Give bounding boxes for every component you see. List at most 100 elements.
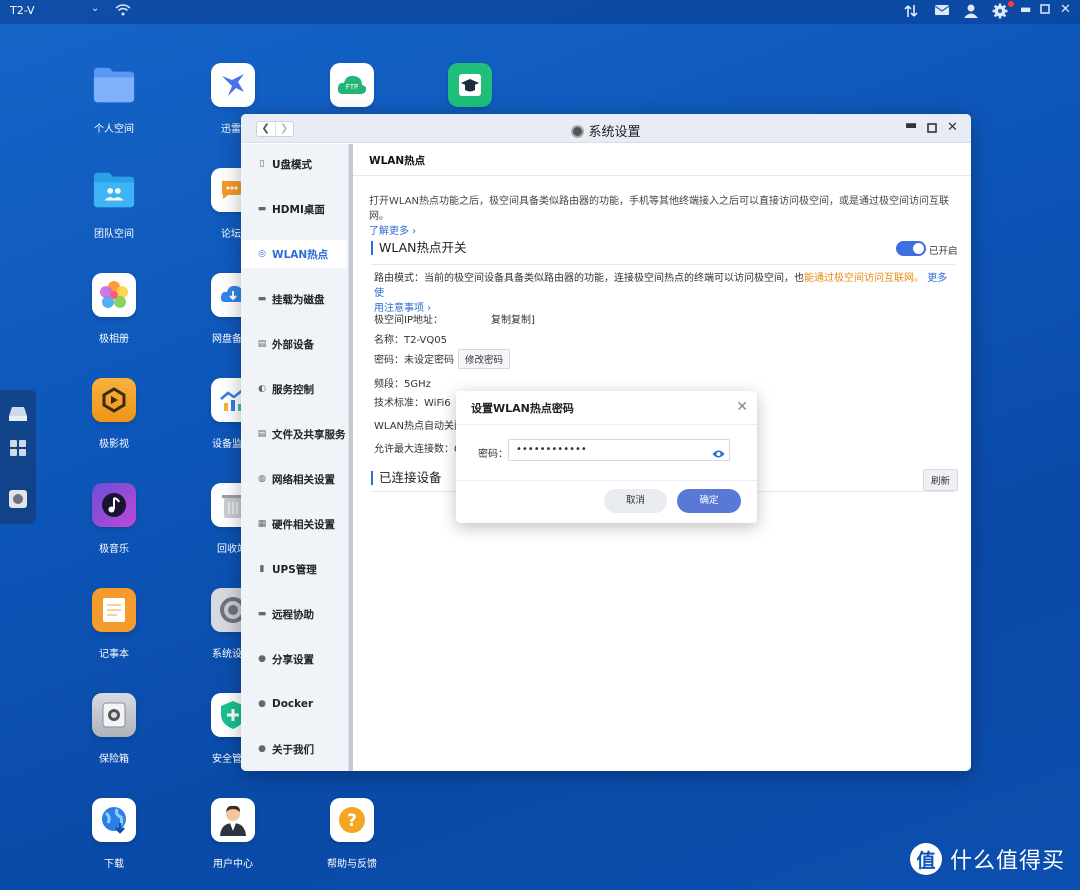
- password-label: 密码：: [478, 449, 508, 460]
- sidebar-item-network[interactable]: ◍ 网络相关设置: [241, 465, 347, 493]
- app-video[interactable]: 极影视: [64, 378, 164, 450]
- sidebar-item-ups[interactable]: ▮ UPS管理: [241, 555, 347, 583]
- hotspot-icon: ◎: [258, 249, 266, 259]
- sidebar-item-remote-assist[interactable]: ▬ 远程协助: [241, 600, 347, 628]
- set-password-dialog: 设置WLAN热点密码 ✕ 密码： •••••••••••• 取消 确定: [456, 391, 757, 523]
- wlan-switch-section-title: WLAN热点开关: [371, 241, 467, 255]
- app-help[interactable]: ? 帮助与反馈: [302, 798, 402, 870]
- copy-ip-link[interactable]: 复制复制]: [491, 311, 535, 326]
- ftp-cloud-icon: FTP: [330, 63, 374, 107]
- window-close-button[interactable]: ✕: [947, 120, 958, 135]
- ip-address-row: 极空间IP地址：: [374, 315, 443, 326]
- close-icon[interactable]: ✕: [1060, 2, 1071, 17]
- minimize-icon[interactable]: ▬: [1020, 2, 1031, 16]
- dialog-close-icon[interactable]: ✕: [736, 399, 748, 415]
- sidebar-item-hdmi[interactable]: ▬ HDMI桌面: [241, 195, 347, 223]
- router-mode-text: 路由模式：当前的极空间设备具备类似路由器的功能，连接极空间热点的终端可以访问极空…: [374, 273, 948, 314]
- sidebar-item-file-sharing[interactable]: ▤ 文件及共享服务: [241, 420, 347, 448]
- app-music[interactable]: 极音乐: [64, 483, 164, 555]
- svg-text:?: ?: [347, 811, 357, 831]
- maximize-icon[interactable]: [1040, 4, 1050, 17]
- app-ftp[interactable]: FTP: [302, 63, 402, 107]
- app-notes[interactable]: 记事本: [64, 588, 164, 660]
- device-icon: ▤: [257, 339, 267, 349]
- app-photos[interactable]: 极相册: [64, 273, 164, 345]
- left-dock: [0, 390, 36, 524]
- sidebar-item-about[interactable]: ● 关于我们: [241, 735, 347, 763]
- disk-icon: ▬: [257, 294, 267, 304]
- toggle-icon: ◐: [258, 384, 266, 394]
- globe-download-icon: [92, 798, 136, 842]
- help-icon: ?: [330, 798, 374, 842]
- show-password-eye-icon[interactable]: [712, 444, 725, 458]
- band-row: 频段：5GHz: [374, 379, 431, 390]
- password-input[interactable]: ••••••••••••: [508, 439, 730, 461]
- sidebar-item-hardware[interactable]: ▦ 硬件相关设置: [241, 510, 347, 538]
- bird-icon: [211, 63, 255, 107]
- top-bar: T2-V ⌄ ▬ ✕: [0, 0, 1080, 24]
- connected-devices-title: 已连接设备: [371, 471, 442, 485]
- window-maximize-button[interactable]: [927, 122, 937, 137]
- dialog-divider: [456, 424, 757, 425]
- app-personal-space[interactable]: 个人空间: [64, 63, 164, 135]
- sidebar-item-share-settings[interactable]: ● 分享设置: [241, 645, 347, 673]
- wlan-hotspot-toggle[interactable]: [896, 241, 926, 256]
- apps-grid-icon[interactable]: [8, 438, 28, 458]
- app-download[interactable]: 下载: [64, 798, 164, 870]
- device-name[interactable]: T2-V: [10, 4, 35, 17]
- learn-more-link[interactable]: 了解更多 ›: [369, 226, 416, 237]
- drive-icon[interactable]: [8, 404, 28, 424]
- refresh-button[interactable]: 刷新: [923, 469, 959, 491]
- max-connections-row: 允许最大连接数：C: [374, 444, 461, 455]
- cancel-button[interactable]: 取消: [604, 489, 667, 513]
- hotspot-name-row: 名称：T2-VQ05: [374, 335, 447, 346]
- wlan-description: 打开WLAN热点功能之后，极空间具备类似路由器的功能，手机等其他终端接入之后可以…: [369, 196, 950, 237]
- notepad-icon: [92, 588, 136, 632]
- settings-sidebar: ▯ U盘模式 ▬ HDMI桌面 ◎ WLAN热点 ▬ 挂载为磁盘 ▤ 外部设备 ◐ 服务控制…: [241, 144, 349, 771]
- window-title: 系统设置: [241, 121, 971, 140]
- music-icon: [92, 483, 136, 527]
- monitor-icon: ▬: [257, 204, 267, 214]
- window-titlebar[interactable]: ❮ ❯ 系统设置 ▬ ✕: [241, 114, 971, 143]
- sidebar-item-wlan[interactable]: ◎ WLAN热点: [241, 240, 347, 268]
- swap-icon[interactable]: [904, 3, 918, 22]
- settings-app-icon[interactable]: [8, 489, 28, 509]
- team-folder-icon: [92, 168, 136, 212]
- password-row: 密码：未设定密码 修改密码: [374, 349, 511, 369]
- app-education[interactable]: [420, 63, 520, 107]
- auto-off-row: WLAN热点自动关闭: [374, 421, 465, 432]
- user-icon[interactable]: [963, 3, 979, 22]
- watermark: 值 什么值得买: [910, 843, 1065, 875]
- info-icon: ●: [258, 744, 266, 754]
- graduation-cap-icon: [448, 63, 492, 107]
- notification-badge: [1008, 1, 1014, 7]
- app-safe[interactable]: 保险箱: [64, 693, 164, 765]
- change-password-button[interactable]: 修改密码: [458, 349, 511, 369]
- sidebar-item-usb[interactable]: ▯ U盘模式: [241, 150, 347, 178]
- router-mode-highlight: 能通过极空间访问互联网。: [804, 273, 924, 284]
- user-avatar-icon: [211, 798, 255, 842]
- sidebar-item-mount-disk[interactable]: ▬ 挂载为磁盘: [241, 285, 347, 313]
- remote-icon: ▬: [257, 609, 267, 619]
- dialog-footer-divider: [456, 480, 757, 481]
- dialog-title: 设置WLAN热点密码: [471, 402, 574, 415]
- usb-icon: ▯: [259, 159, 265, 169]
- video-icon: [92, 378, 136, 422]
- wifi-icon[interactable]: [115, 3, 131, 20]
- svg-text:FTP: FTP: [346, 83, 358, 91]
- sidebar-item-external-devices[interactable]: ▤ 外部设备: [241, 330, 347, 358]
- confirm-button[interactable]: 确定: [677, 489, 741, 513]
- flower-icon: [92, 273, 136, 317]
- standard-row: 技术标准：WiFi6: [374, 398, 451, 409]
- app-team-space[interactable]: 团队空间: [64, 168, 164, 240]
- window-minimize-button[interactable]: ▬: [905, 118, 917, 133]
- sidebar-item-service-control[interactable]: ◐ 服务控制: [241, 375, 347, 403]
- mail-icon[interactable]: [934, 3, 950, 20]
- app-user-center[interactable]: 用户中心: [183, 798, 283, 870]
- sidebar-item-docker[interactable]: ● Docker: [241, 690, 347, 718]
- folder-icon: [92, 63, 136, 107]
- watermark-text: 什么值得买: [950, 849, 1066, 874]
- device-dropdown-icon[interactable]: ⌄: [91, 3, 99, 14]
- docker-icon: ●: [258, 699, 266, 709]
- settings-icon[interactable]: [992, 3, 1008, 22]
